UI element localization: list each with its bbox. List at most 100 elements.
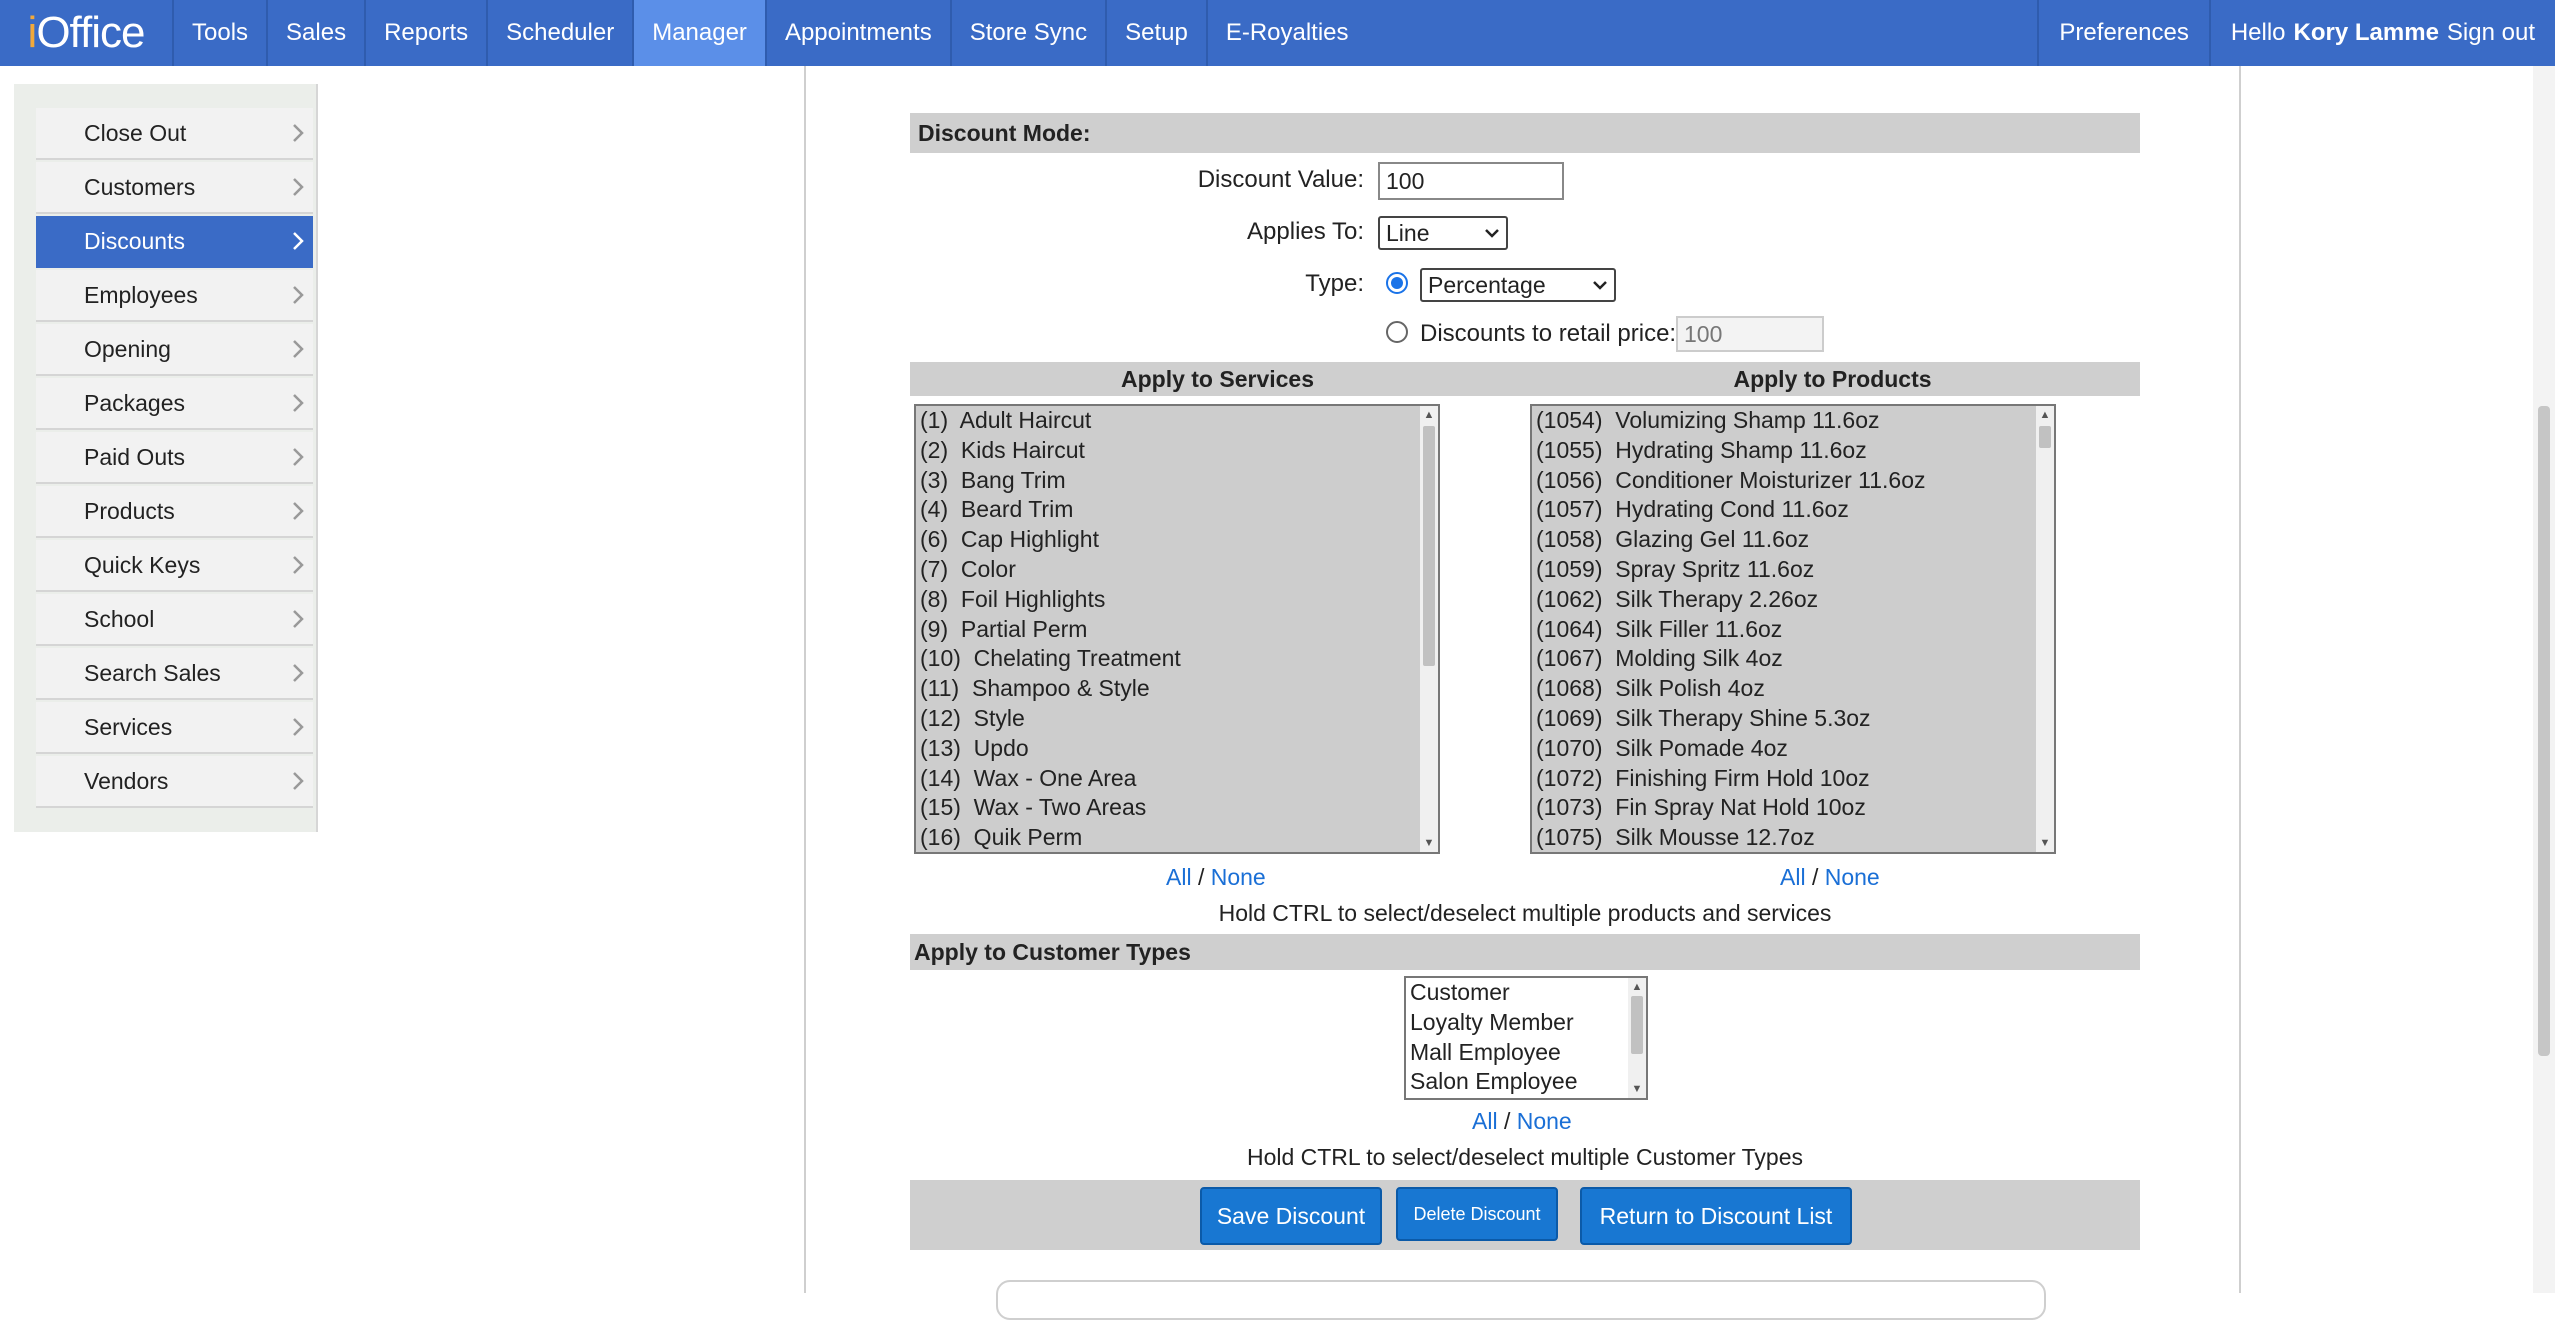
customer-types-listbox[interactable]: Customer Loyalty Member Mall Employee Salon… bbox=[1404, 976, 1648, 1100]
services-scrollbar[interactable]: ▲ ▼ bbox=[1420, 406, 1438, 852]
nav-store-sync[interactable]: Store Sync bbox=[949, 0, 1105, 66]
scroll-up-icon[interactable]: ▲ bbox=[2038, 408, 2052, 422]
customer-type-option[interactable]: Salon Employee bbox=[1406, 1067, 1646, 1097]
service-option[interactable]: (6) Cap Highlight bbox=[916, 525, 1438, 555]
service-option[interactable]: (11) Shampoo & Style bbox=[916, 674, 1438, 704]
products-listbox[interactable]: (1054) Volumizing Shamp 11.6oz (1055) Hyd… bbox=[1530, 404, 2056, 854]
user-greeting: Hello Kory Lamme Sign out bbox=[2208, 0, 2555, 66]
products-select-links: All / None bbox=[1780, 864, 1880, 891]
nav-manager[interactable]: Manager bbox=[632, 0, 765, 66]
sidebar-item-quick-keys[interactable]: Quick Keys bbox=[36, 540, 313, 592]
product-option[interactable]: (1062) Silk Therapy 2.26oz bbox=[1532, 585, 2054, 615]
scroll-down-icon[interactable]: ▼ bbox=[1422, 836, 1436, 850]
services-scroll-thumb[interactable] bbox=[1423, 426, 1435, 666]
service-option[interactable]: (1) Adult Haircut bbox=[916, 406, 1438, 436]
service-option[interactable]: (15) Wax - Two Areas bbox=[916, 793, 1438, 823]
sign-out-link[interactable]: Sign out bbox=[2447, 19, 2535, 47]
services-none-link[interactable]: None bbox=[1211, 864, 1266, 890]
product-option[interactable]: (1075) Silk Mousse 12.7oz bbox=[1532, 823, 2054, 852]
sidebar-item-products[interactable]: Products bbox=[36, 486, 313, 538]
services-listbox[interactable]: (1) Adult Haircut (2) Kids Haircut (3) Ban… bbox=[914, 404, 1440, 854]
services-all-link[interactable]: All bbox=[1166, 864, 1192, 890]
product-option[interactable]: (1055) Hydrating Shamp 11.6oz bbox=[1532, 436, 2054, 466]
products-scrollbar[interactable]: ▲ ▼ bbox=[2036, 406, 2054, 852]
service-option[interactable]: (7) Color bbox=[916, 555, 1438, 585]
app-logo[interactable]: i Office bbox=[0, 0, 172, 66]
service-option[interactable]: (4) Beard Trim bbox=[916, 495, 1438, 525]
product-option[interactable]: (1059) Spray Spritz 11.6oz bbox=[1532, 555, 2054, 585]
scroll-down-icon[interactable]: ▼ bbox=[1630, 1082, 1644, 1096]
service-option[interactable]: (14) Wax - One Area bbox=[916, 764, 1438, 794]
retail-price-radio[interactable] bbox=[1386, 321, 1408, 343]
customer-type-option[interactable]: Mall Employee bbox=[1406, 1038, 1646, 1068]
save-discount-button[interactable]: Save Discount bbox=[1200, 1187, 1382, 1245]
sidebar-item-label: Opening bbox=[84, 335, 171, 362]
products-all-link[interactable]: All bbox=[1780, 864, 1806, 890]
sidebar-item-close-out[interactable]: Close Out bbox=[36, 108, 313, 160]
product-option[interactable]: (1073) Fin Spray Nat Hold 10oz bbox=[1532, 793, 2054, 823]
service-option[interactable]: (16) Quik Perm bbox=[916, 823, 1438, 852]
nav-appointments[interactable]: Appointments bbox=[764, 0, 950, 66]
page-scrollbar[interactable] bbox=[2533, 66, 2555, 1293]
customer-types-scrollbar[interactable]: ▲ ▼ bbox=[1628, 978, 1646, 1098]
product-option[interactable]: (1057) Hydrating Cond 11.6oz bbox=[1532, 495, 2054, 525]
product-option[interactable]: (1054) Volumizing Shamp 11.6oz bbox=[1532, 406, 2054, 436]
chevron-right-icon bbox=[287, 122, 309, 144]
nav-e-royalties[interactable]: E-Royalties bbox=[1205, 0, 1367, 66]
sidebar-item-packages[interactable]: Packages bbox=[36, 378, 313, 430]
product-option[interactable]: (1069) Silk Therapy Shine 5.3oz bbox=[1532, 704, 2054, 734]
service-option[interactable]: (13) Updo bbox=[916, 734, 1438, 764]
delete-discount-button[interactable]: Delete Discount bbox=[1396, 1187, 1558, 1241]
product-option[interactable]: (1072) Finishing Firm Hold 10oz bbox=[1532, 764, 2054, 794]
sidebar-item-services[interactable]: Services bbox=[36, 702, 313, 754]
page-scroll-thumb[interactable] bbox=[2538, 406, 2550, 1056]
scroll-up-icon[interactable]: ▲ bbox=[1422, 408, 1436, 422]
customer-type-option[interactable]: Loyalty Member bbox=[1406, 1008, 1646, 1038]
sidebar-item-search-sales[interactable]: Search Sales bbox=[36, 648, 313, 700]
customer-type-option[interactable]: Customer bbox=[1406, 978, 1646, 1008]
products-none-link[interactable]: None bbox=[1825, 864, 1880, 890]
logo-name: Office bbox=[36, 8, 145, 57]
nav-setup[interactable]: Setup bbox=[1105, 0, 1206, 66]
nav-preferences[interactable]: Preferences bbox=[2037, 0, 2208, 66]
product-option[interactable]: (1058) Glazing Gel 11.6oz bbox=[1532, 525, 2054, 555]
logo-prefix: i bbox=[27, 8, 38, 57]
sidebar-item-school[interactable]: School bbox=[36, 594, 313, 646]
customer-types-scroll-thumb[interactable] bbox=[1631, 996, 1643, 1054]
next-section-fragment bbox=[996, 1280, 2046, 1320]
service-option[interactable]: (9) Partial Perm bbox=[916, 615, 1438, 645]
discount-value-input[interactable]: 100 bbox=[1378, 162, 1564, 200]
retail-price-input[interactable]: 100 bbox=[1676, 316, 1824, 352]
service-option[interactable]: (3) Bang Trim bbox=[916, 466, 1438, 496]
return-to-list-button[interactable]: Return to Discount List bbox=[1580, 1187, 1852, 1245]
nav-reports[interactable]: Reports bbox=[364, 0, 486, 66]
service-option[interactable]: (10) Chelating Treatment bbox=[916, 644, 1438, 674]
service-option[interactable]: (2) Kids Haircut bbox=[916, 436, 1438, 466]
nav-scheduler[interactable]: Scheduler bbox=[486, 0, 632, 66]
sidebar-item-opening[interactable]: Opening bbox=[36, 324, 313, 376]
product-option[interactable]: (1070) Silk Pomade 4oz bbox=[1532, 734, 2054, 764]
scroll-down-icon[interactable]: ▼ bbox=[2038, 836, 2052, 850]
product-option[interactable]: (1068) Silk Polish 4oz bbox=[1532, 674, 2054, 704]
scroll-up-icon[interactable]: ▲ bbox=[1630, 980, 1644, 994]
sidebar-item-label: Vendors bbox=[84, 767, 169, 794]
nav-sales[interactable]: Sales bbox=[266, 0, 364, 66]
customer-types-none-link[interactable]: None bbox=[1517, 1108, 1572, 1134]
product-option[interactable]: (1056) Conditioner Moisturizer 11.6oz bbox=[1532, 466, 2054, 496]
type-select[interactable]: Percentage bbox=[1420, 268, 1616, 302]
service-option[interactable]: (12) Style bbox=[916, 704, 1438, 734]
service-option[interactable]: (8) Foil Highlights bbox=[916, 585, 1438, 615]
product-option[interactable]: (1067) Molding Silk 4oz bbox=[1532, 644, 2054, 674]
sidebar-item-paid-outs[interactable]: Paid Outs bbox=[36, 432, 313, 484]
sidebar-item-employees[interactable]: Employees bbox=[36, 270, 313, 322]
customer-types-all-link[interactable]: All bbox=[1472, 1108, 1498, 1134]
type-percentage-radio[interactable] bbox=[1386, 272, 1408, 294]
sidebar-item-vendors[interactable]: Vendors bbox=[36, 756, 313, 808]
products-scroll-thumb[interactable] bbox=[2039, 426, 2051, 448]
sidebar-item-customers[interactable]: Customers bbox=[36, 162, 313, 214]
nav-tools[interactable]: Tools bbox=[172, 0, 266, 66]
product-option[interactable]: (1064) Silk Filler 11.6oz bbox=[1532, 615, 2054, 645]
sidebar-item-label: Search Sales bbox=[84, 659, 221, 686]
sidebar-item-discounts[interactable]: Discounts bbox=[36, 216, 313, 268]
applies-to-select[interactable]: Line bbox=[1378, 216, 1508, 250]
